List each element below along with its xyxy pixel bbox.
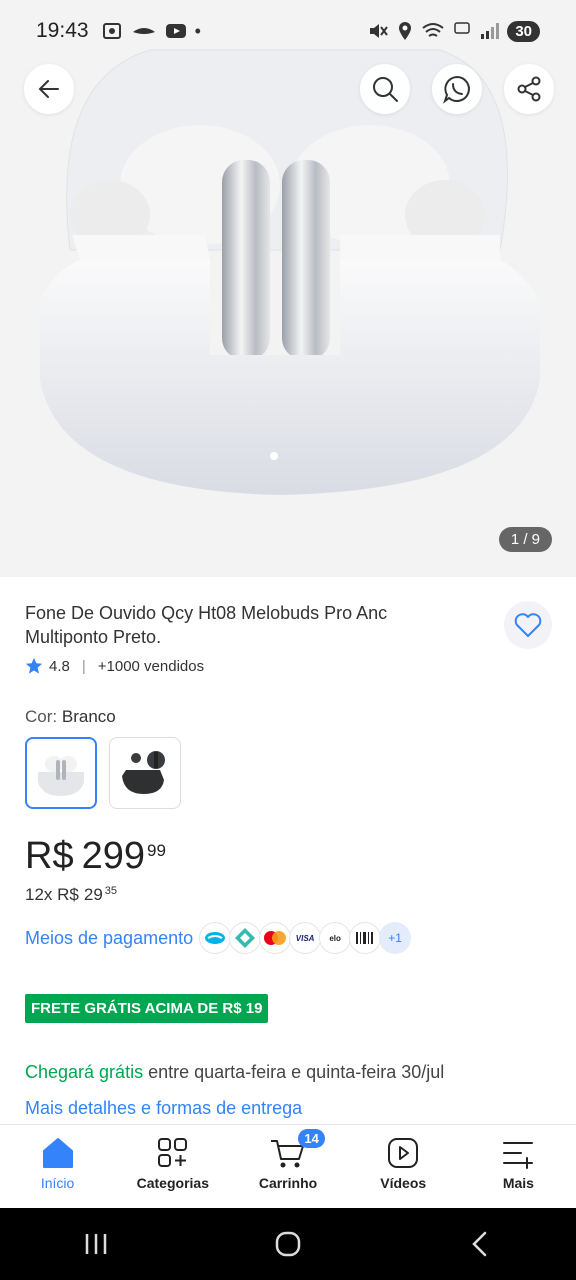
price-cents: 99 [146, 841, 166, 860]
elo-icon: elo [319, 922, 352, 954]
signal-icon [481, 23, 500, 39]
star-icon [25, 657, 43, 674]
heart-icon [514, 613, 542, 637]
nav-home[interactable]: Início [0, 1125, 115, 1208]
nav-videos-label: Vídeos [380, 1175, 427, 1191]
nav-categories[interactable]: Categorias [115, 1125, 230, 1208]
product-image-carousel[interactable]: 1 / 9 [0, 0, 576, 577]
color-option-white[interactable] [25, 737, 97, 809]
delivery-highlight: Chegará grátis [25, 1062, 144, 1082]
whatsapp-icon [443, 75, 470, 104]
visa-icon: VISA [289, 922, 322, 954]
color-value: Branco [61, 707, 116, 726]
screenshot-icon [102, 23, 121, 39]
installments-cents: 35 [104, 885, 118, 897]
categories-icon [157, 1138, 187, 1167]
video-icon [388, 1138, 419, 1168]
whatsapp-share-button[interactable] [432, 64, 482, 114]
favorite-button[interactable] [504, 601, 552, 649]
mute-icon [370, 24, 389, 38]
battery-indicator: 30 [507, 20, 540, 42]
share-icon [517, 76, 541, 102]
back-system-icon[interactable] [465, 1229, 495, 1259]
sold-count: +1000 vendidos [97, 657, 205, 675]
price-currency: R$ [25, 835, 74, 877]
payment-methods-link[interactable]: Meios de pagamento [25, 928, 193, 949]
product-image [0, 0, 576, 577]
delivery-estimate: Chegará grátis entre quarta-feira e quin… [25, 1062, 444, 1083]
status-bar: 19:43 • 30 [0, 0, 576, 62]
status-time: 19:43 [36, 19, 89, 42]
recent-apps-icon[interactable] [81, 1231, 111, 1257]
image-counter: 1 / 9 [498, 527, 552, 552]
pix-icon [229, 922, 262, 954]
delivery-text: entre quarta-feira e quinta-feira 30/jul [143, 1062, 445, 1082]
youtube-icon [165, 24, 186, 38]
mastercard-icon [259, 922, 292, 954]
mercado-pago-icon [199, 922, 232, 954]
more-notifications-icon: • [194, 20, 201, 41]
nav-more[interactable]: Mais [461, 1125, 576, 1208]
wifi-icon [422, 23, 444, 37]
separator: | [81, 657, 86, 675]
arrow-left-icon [38, 80, 59, 98]
bottom-navigation: Início Categorias 14 Carrinho Vídeos Mai… [0, 1124, 576, 1208]
nav-videos[interactable]: Vídeos [346, 1125, 461, 1208]
nav-home-label: Início [40, 1175, 75, 1191]
menu-plus-icon [503, 1142, 534, 1169]
back-button[interactable] [24, 64, 74, 114]
home-icon [42, 1138, 73, 1168]
black-earbuds-thumbnail [122, 751, 165, 794]
mercadolivre-icon [132, 28, 155, 34]
share-button[interactable] [504, 64, 554, 114]
nav-cart-label: Carrinho [258, 1175, 318, 1191]
product-title: Fone De Ouvido Qcy Ht08 Melobuds Pro Anc… [25, 603, 388, 647]
cart-count-badge: 14 [298, 1129, 325, 1148]
home-system-icon[interactable] [273, 1229, 303, 1259]
price: R$ 299 99 [25, 835, 166, 878]
payment-methods[interactable]: Meios de pagamento VISA elo +1 [25, 922, 412, 954]
delivery-details-link[interactable]: Mais detalhes e formas de entrega [25, 1098, 302, 1119]
rating-row[interactable]: 4.8 | +1000 vendidos [25, 657, 204, 675]
price-int: 299 [81, 835, 145, 877]
search-button[interactable] [360, 64, 410, 114]
installments-int: 29 [83, 885, 103, 904]
boleto-icon [349, 922, 382, 954]
installments-prefix: 12x R$ [25, 885, 79, 904]
nav-categories-label: Categorias [136, 1175, 209, 1191]
nav-more-label: Mais [502, 1175, 534, 1191]
system-navigation-bar [0, 1208, 576, 1280]
search-icon [373, 77, 398, 102]
free-shipping-badge: FRETE GRÁTIS ACIMA DE R$ 19 [25, 994, 269, 1023]
more-payment-methods[interactable]: +1 [379, 922, 412, 954]
color-label: Cor: Branco [25, 707, 116, 727]
rating-value: 4.8 [49, 657, 70, 675]
color-option-black[interactable] [109, 737, 181, 809]
nav-cart[interactable]: 14 Carrinho [230, 1125, 345, 1208]
location-icon [399, 22, 412, 40]
color-label-prefix: Cor: [25, 707, 58, 726]
installments: 12x R$ 29 35 [25, 885, 117, 905]
white-earbuds-thumbnail [38, 756, 84, 796]
5g-icon [454, 22, 471, 34]
